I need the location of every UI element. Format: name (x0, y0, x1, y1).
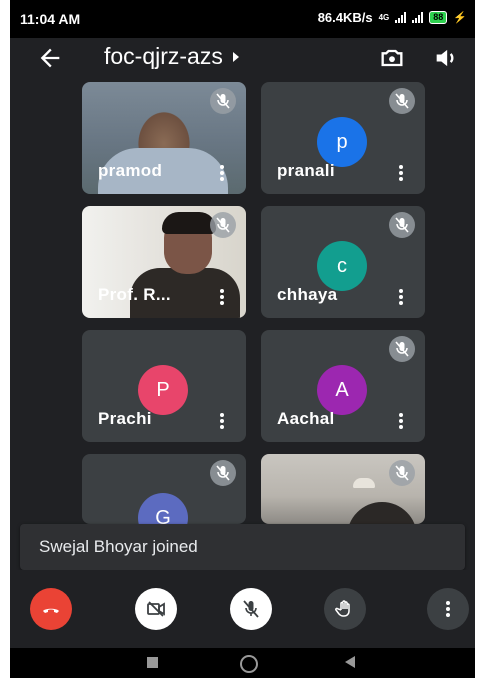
raise-hand-icon (335, 600, 350, 617)
back-triangle-icon[interactable] (345, 656, 355, 668)
more-options-icon[interactable] (399, 413, 403, 429)
video-feed-person (347, 502, 417, 524)
mic-off-icon (389, 88, 415, 114)
status-time: 11:04 AM (20, 11, 81, 27)
participant-tile-video[interactable] (261, 454, 425, 524)
mic-off-icon (210, 212, 236, 238)
join-notification-text: Swejal Bhoyar joined (39, 537, 198, 556)
avatar: G (138, 493, 188, 524)
network-speed: 86.4KB/s (317, 10, 373, 25)
signal-icon-2 (412, 12, 424, 23)
more-options-icon[interactable] (220, 165, 224, 181)
participant-name: Aachal (277, 409, 335, 428)
participant-name: Prof. R... (98, 285, 171, 304)
avatar: p (317, 117, 367, 167)
recents-icon[interactable] (147, 657, 158, 668)
mic-off-icon (389, 212, 415, 238)
home-icon[interactable] (240, 655, 258, 673)
mic-off-icon (389, 460, 415, 486)
participant-tile-prof-r[interactable]: Prof. R... (82, 206, 246, 318)
participant-tile-aachal[interactable]: A Aachal (261, 330, 425, 442)
participant-name: pramod (98, 161, 163, 180)
join-notification: Swejal Bhoyar joined (20, 524, 465, 570)
meeting-code: foc-qjrz-azs (104, 43, 223, 69)
status-bar: 11:04 AM 86.4KB/s 4G 88 ⚡ (10, 0, 475, 38)
network-type: 4G (378, 13, 390, 22)
mic-off-icon (210, 460, 236, 486)
status-indicators: 86.4KB/s 4G 88 ⚡ (318, 10, 467, 25)
avatar: P (138, 365, 188, 415)
avatar: A (317, 365, 367, 415)
more-options-icon[interactable] (399, 289, 403, 305)
participant-tile-chhaya[interactable]: c chhaya (261, 206, 425, 318)
participant-tile-g[interactable]: G (82, 454, 246, 524)
speaker-icon[interactable] (432, 44, 460, 72)
end-call-icon (43, 608, 59, 613)
mic-off-icon (243, 600, 259, 618)
mic-toggle-button[interactable] (230, 588, 272, 630)
raise-hand-button[interactable] (324, 588, 366, 630)
participant-name: chhaya (277, 285, 338, 304)
charging-icon: ⚡ (453, 12, 467, 24)
more-options-icon[interactable] (399, 165, 403, 181)
mic-off-icon (210, 88, 236, 114)
signal-icon (395, 12, 407, 23)
participant-tile-pranali[interactable]: p pranali (261, 82, 425, 194)
more-vert-icon (446, 601, 450, 617)
meeting-code-button[interactable]: foc-qjrz-azs (104, 43, 239, 70)
caret-right-icon (232, 51, 239, 62)
participant-name: pranali (277, 161, 335, 180)
mic-off-icon (389, 336, 415, 362)
participant-name: Prachi (98, 409, 152, 428)
switch-camera-icon[interactable] (378, 44, 406, 72)
system-nav-bar (10, 648, 475, 678)
meeting-header: foc-qjrz-azs (10, 38, 475, 78)
camera-toggle-button[interactable] (135, 588, 177, 630)
more-options-icon[interactable] (220, 413, 224, 429)
meet-screen: 11:04 AM 86.4KB/s 4G 88 ⚡ foc-qjrz-azs p… (10, 0, 475, 678)
camera-off-icon (147, 601, 165, 617)
participant-tile-prachi[interactable]: P Prachi (82, 330, 246, 442)
more-options-icon[interactable] (220, 289, 224, 305)
video-feed (353, 478, 375, 488)
participant-tile-pramod[interactable]: pramod (82, 82, 246, 194)
more-options-button[interactable] (427, 588, 469, 630)
call-controls (10, 570, 475, 648)
battery-icon: 88 (429, 11, 448, 24)
avatar: c (317, 241, 367, 291)
back-arrow-icon[interactable] (36, 44, 64, 72)
end-call-button[interactable] (30, 588, 72, 630)
video-feed-hair (162, 212, 216, 234)
